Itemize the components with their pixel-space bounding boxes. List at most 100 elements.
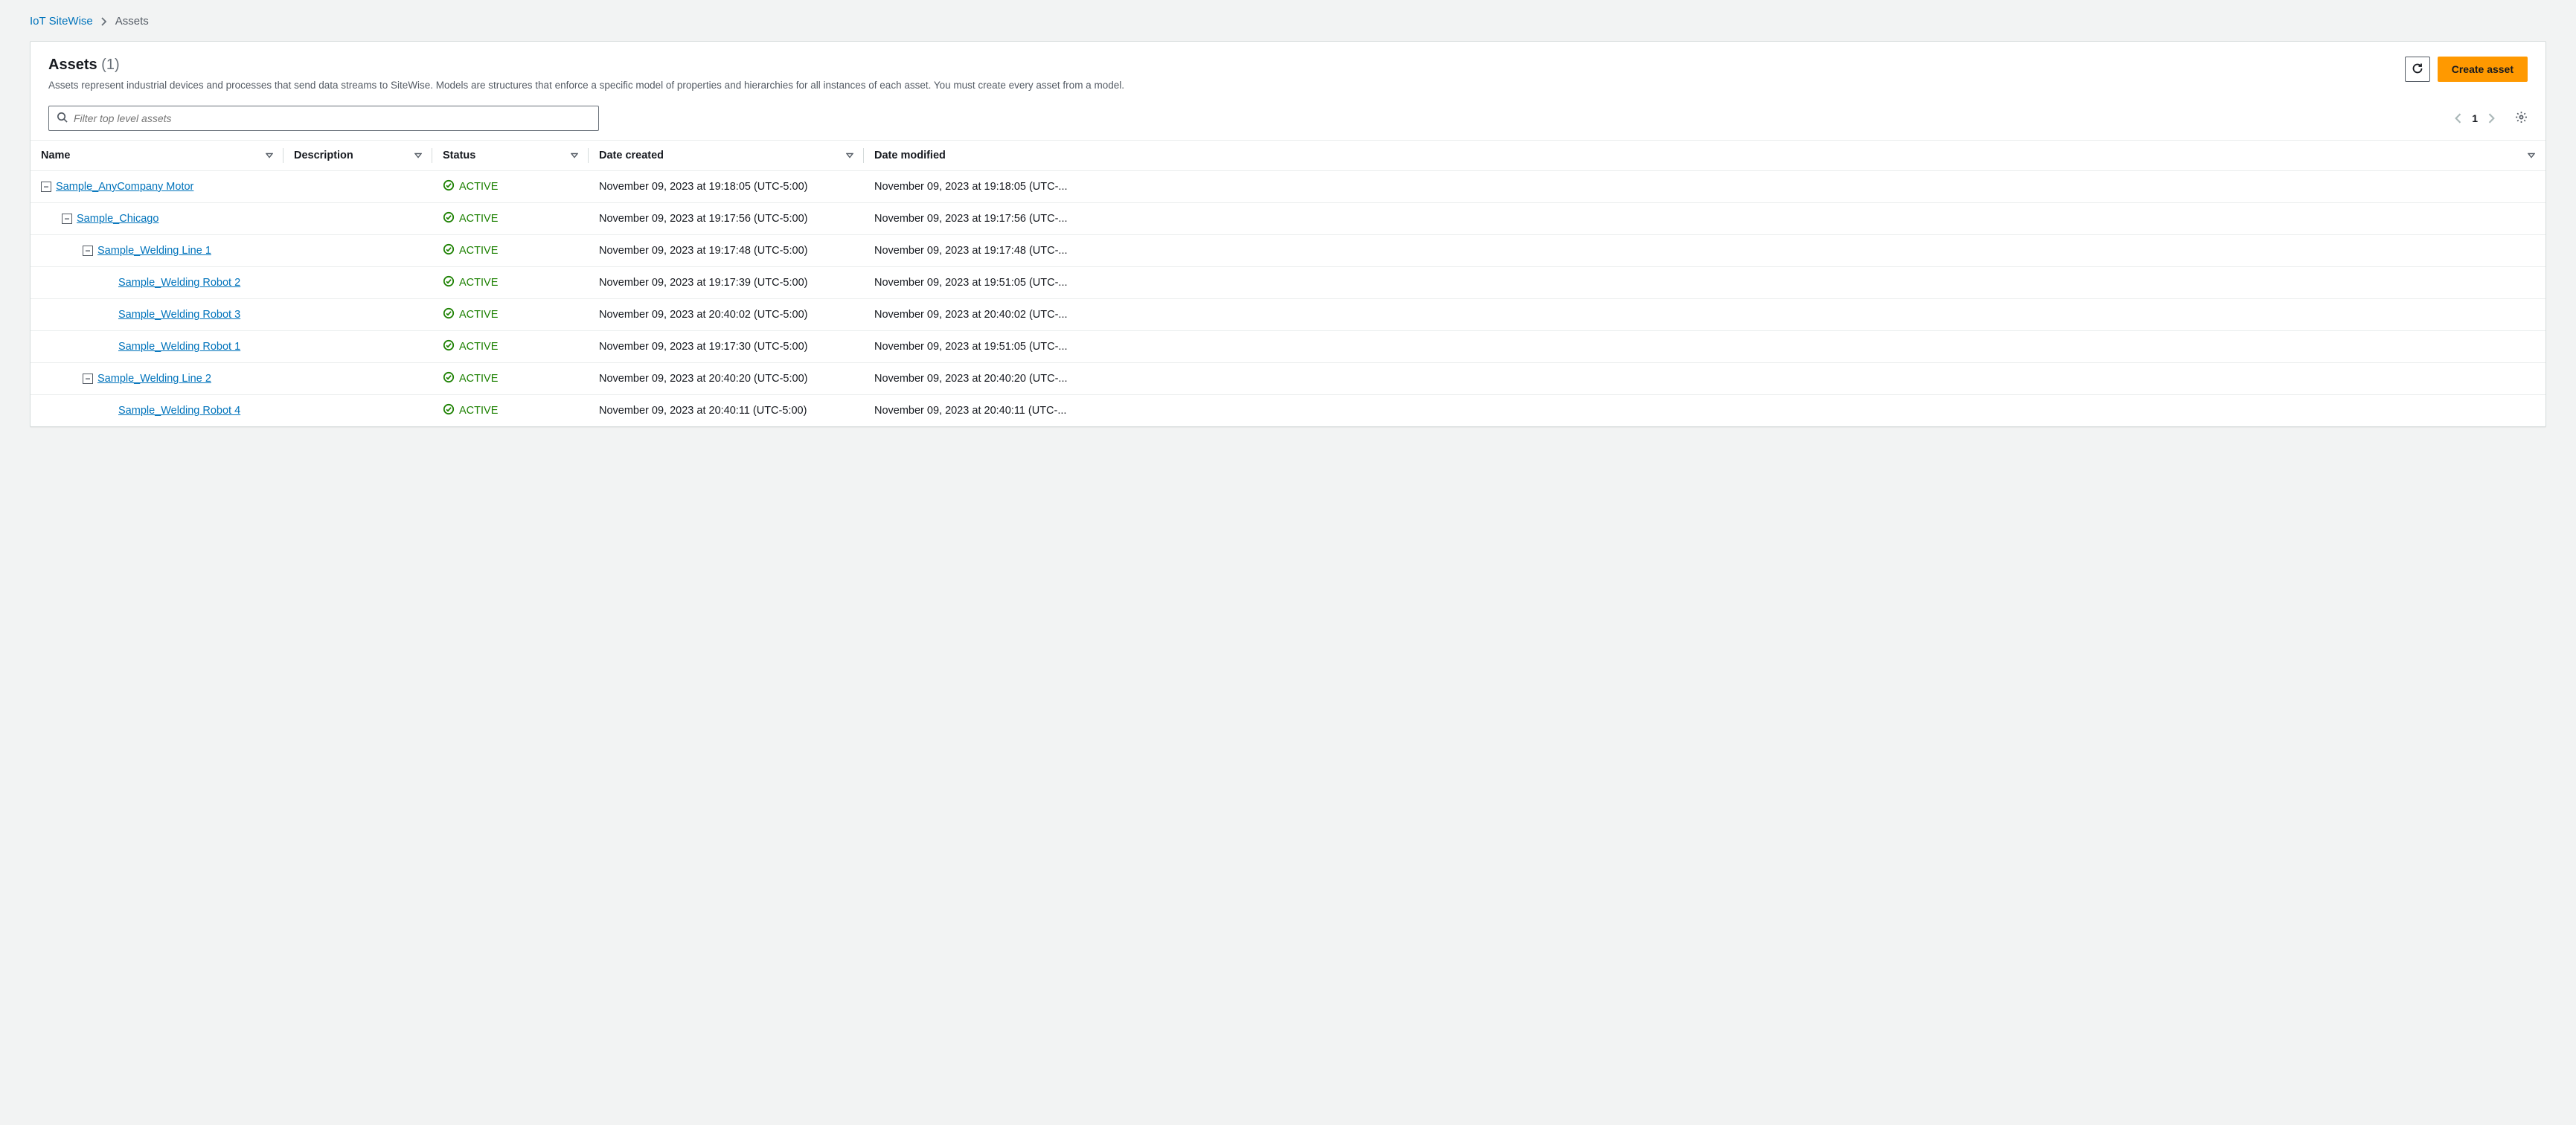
status-label: ACTIVE xyxy=(459,213,498,225)
description-cell xyxy=(283,362,432,394)
check-circle-icon xyxy=(443,275,455,290)
column-header-name[interactable]: Name xyxy=(31,140,283,170)
search-icon xyxy=(57,112,68,125)
asset-link[interactable]: Sample_AnyCompany Motor xyxy=(56,181,193,193)
asset-link[interactable]: Sample_Welding Robot 1 xyxy=(118,341,240,353)
status-label: ACTIVE xyxy=(459,245,498,257)
modified-cell: November 09, 2023 at 19:17:48 (UTC-... xyxy=(864,234,2545,266)
column-header-description[interactable]: Description xyxy=(283,140,432,170)
table-row: −Sample_Welding Line 1 ACTIVE November 09,… xyxy=(31,234,2545,266)
status-badge: ACTIVE xyxy=(443,179,578,194)
pagination: 1 xyxy=(2454,112,2496,124)
description-cell xyxy=(283,266,432,298)
create-asset-button[interactable]: Create asset xyxy=(2438,57,2528,82)
modified-cell: November 09, 2023 at 19:51:05 (UTC-... xyxy=(864,266,2545,298)
sort-icon xyxy=(414,153,422,158)
description-cell xyxy=(283,298,432,330)
sort-icon xyxy=(571,153,578,158)
column-label: Description xyxy=(294,150,353,161)
description-cell xyxy=(283,202,432,234)
check-circle-icon xyxy=(443,243,455,258)
asset-link[interactable]: Sample_Welding Robot 4 xyxy=(118,405,240,417)
table-row: Sample_Welding Robot 1 ACTIVE November 09,… xyxy=(31,330,2545,362)
description-cell xyxy=(283,330,432,362)
table-row: −Sample_AnyCompany Motor ACTIVE November 0… xyxy=(31,170,2545,202)
title-text: Assets xyxy=(48,57,97,73)
chevron-right-icon xyxy=(100,17,108,26)
collapse-toggle[interactable]: − xyxy=(83,246,93,256)
refresh-button[interactable] xyxy=(2405,57,2430,82)
asset-link[interactable]: Sample_Welding Robot 3 xyxy=(118,309,240,321)
prev-page-button[interactable] xyxy=(2454,113,2461,124)
breadcrumb: IoT SiteWise Assets xyxy=(30,15,2546,28)
next-page-button[interactable] xyxy=(2488,113,2496,124)
asset-link[interactable]: Sample_Welding Line 2 xyxy=(97,373,211,385)
column-header-status[interactable]: Status xyxy=(432,140,589,170)
created-cell: November 09, 2023 at 19:17:56 (UTC-5:00) xyxy=(589,202,864,234)
status-badge: ACTIVE xyxy=(443,371,578,386)
status-badge: ACTIVE xyxy=(443,275,578,290)
modified-cell: November 09, 2023 at 19:18:05 (UTC-... xyxy=(864,170,2545,202)
created-cell: November 09, 2023 at 20:40:02 (UTC-5:00) xyxy=(589,298,864,330)
check-circle-icon xyxy=(443,403,455,418)
table-row: Sample_Welding Robot 4 ACTIVE November 09,… xyxy=(31,394,2545,426)
column-header-modified[interactable]: Date modified xyxy=(864,140,2545,170)
modified-cell: November 09, 2023 at 20:40:20 (UTC-... xyxy=(864,362,2545,394)
check-circle-icon xyxy=(443,179,455,194)
modified-cell: November 09, 2023 at 20:40:02 (UTC-... xyxy=(864,298,2545,330)
check-circle-icon xyxy=(443,339,455,354)
settings-button[interactable] xyxy=(2515,111,2528,126)
breadcrumb-root-link[interactable]: IoT SiteWise xyxy=(30,15,93,28)
status-badge: ACTIVE xyxy=(443,243,578,258)
refresh-icon xyxy=(2412,62,2423,77)
created-cell: November 09, 2023 at 19:17:39 (UTC-5:00) xyxy=(589,266,864,298)
breadcrumb-current: Assets xyxy=(115,15,149,28)
status-label: ACTIVE xyxy=(459,341,498,353)
description-cell xyxy=(283,170,432,202)
column-label: Date created xyxy=(599,150,664,161)
sort-icon xyxy=(846,153,853,158)
check-circle-icon xyxy=(443,211,455,226)
sort-icon xyxy=(266,153,273,158)
check-circle-icon xyxy=(443,371,455,386)
collapse-toggle[interactable]: − xyxy=(62,214,72,224)
created-cell: November 09, 2023 at 19:17:30 (UTC-5:00) xyxy=(589,330,864,362)
status-badge: ACTIVE xyxy=(443,403,578,418)
created-cell: November 09, 2023 at 20:40:20 (UTC-5:00) xyxy=(589,362,864,394)
asset-link[interactable]: Sample_Chicago xyxy=(77,213,158,225)
description-cell xyxy=(283,394,432,426)
asset-count: (1) xyxy=(101,57,119,73)
status-badge: ACTIVE xyxy=(443,307,578,322)
status-label: ACTIVE xyxy=(459,309,498,321)
page-title: Assets (1) xyxy=(48,57,2387,74)
collapse-toggle[interactable]: − xyxy=(83,374,93,384)
modified-cell: November 09, 2023 at 20:40:11 (UTC-... xyxy=(864,394,2545,426)
table-row: −Sample_Chicago ACTIVE November 09, 2023 a… xyxy=(31,202,2545,234)
modified-cell: November 09, 2023 at 19:51:05 (UTC-... xyxy=(864,330,2545,362)
created-cell: November 09, 2023 at 19:18:05 (UTC-5:00) xyxy=(589,170,864,202)
page-description: Assets represent industrial devices and … xyxy=(48,78,2387,94)
status-label: ACTIVE xyxy=(459,405,498,417)
sort-icon xyxy=(2528,153,2535,158)
asset-link[interactable]: Sample_Welding Robot 2 xyxy=(118,277,240,289)
modified-cell: November 09, 2023 at 19:17:56 (UTC-... xyxy=(864,202,2545,234)
status-label: ACTIVE xyxy=(459,181,498,193)
search-input[interactable] xyxy=(74,112,591,124)
status-badge: ACTIVE xyxy=(443,339,578,354)
table-row: Sample_Welding Robot 3 ACTIVE November 09,… xyxy=(31,298,2545,330)
page-number: 1 xyxy=(2472,112,2478,124)
search-input-container[interactable] xyxy=(48,106,599,131)
status-label: ACTIVE xyxy=(459,373,498,385)
column-header-created[interactable]: Date created xyxy=(589,140,864,170)
column-label: Name xyxy=(41,150,71,161)
asset-link[interactable]: Sample_Welding Line 1 xyxy=(97,245,211,257)
gear-icon xyxy=(2515,111,2528,126)
column-label: Date modified xyxy=(874,150,946,161)
status-label: ACTIVE xyxy=(459,277,498,289)
check-circle-icon xyxy=(443,307,455,322)
collapse-toggle[interactable]: − xyxy=(41,182,51,192)
created-cell: November 09, 2023 at 20:40:11 (UTC-5:00) xyxy=(589,394,864,426)
status-badge: ACTIVE xyxy=(443,211,578,226)
table-row: −Sample_Welding Line 2 ACTIVE November 09,… xyxy=(31,362,2545,394)
column-label: Status xyxy=(443,150,475,161)
